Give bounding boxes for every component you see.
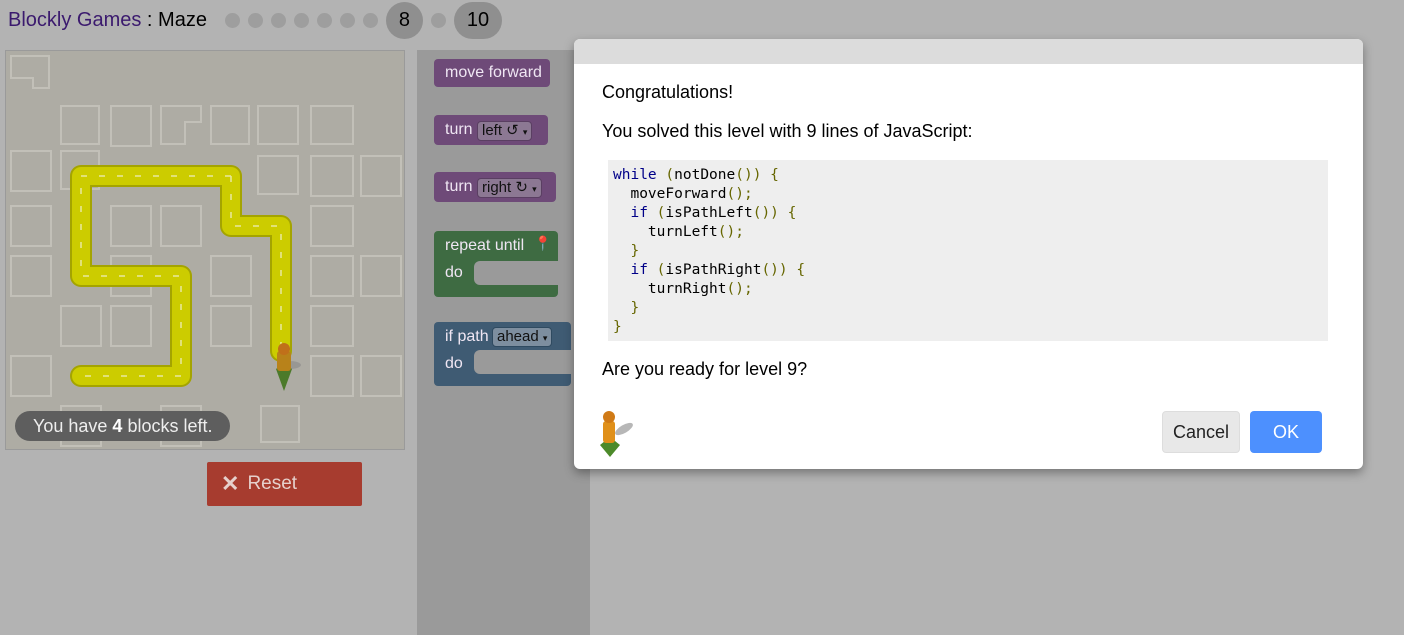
block-move-forward-label: move forward <box>445 64 542 81</box>
code-line: while (notDone()) { <box>613 167 779 183</box>
title-separator: : <box>141 8 159 31</box>
goal-marker-icon: 📍 <box>534 235 552 251</box>
block-repeat-label: repeat until <box>445 237 525 254</box>
block-repeat-until[interactable]: repeat until 📍 do <box>434 231 558 297</box>
code-line: turnRight(); <box>613 281 753 297</box>
code-line: if (isPathLeft()) { <box>630 205 797 221</box>
if-path-dropdown[interactable]: ahead ▾ <box>492 327 553 347</box>
pegman-avatar-icon <box>600 411 633 457</box>
toolbox-flyout: move forward turn left ↺ ▾ turn right ↻ … <box>417 50 590 635</box>
block-move-forward[interactable]: move forward <box>434 59 550 87</box>
block-turn-label: turn <box>445 121 473 138</box>
level-dot-7[interactable] <box>362 12 378 28</box>
reset-button[interactable]: ✕ Reset <box>207 462 362 506</box>
maze-svg <box>10 55 402 447</box>
header: Blockly Games : Maze 8 10 <box>8 0 510 40</box>
maze-canvas <box>5 50 405 450</box>
level-dot-6[interactable] <box>339 12 355 28</box>
code-line: } <box>613 319 622 335</box>
turn-left-dropdown[interactable]: left ↺ ▾ <box>477 121 533 141</box>
dialog-ready-text: Are you ready for level 9? <box>602 359 808 379</box>
turn-right-option: right ↻ <box>482 179 528 196</box>
congrats-dialog: Congratulations! You solved this level w… <box>574 39 1363 469</box>
block-if-path-label: if path <box>445 328 489 345</box>
level-dot-last[interactable]: 10 <box>453 1 502 39</box>
capacity-suffix: blocks left. <box>122 416 213 436</box>
level-dot-current[interactable]: 8 <box>385 1 423 39</box>
reset-label: Reset <box>247 473 298 494</box>
block-repeat-do-label: do <box>445 264 463 281</box>
level-dot-4[interactable] <box>293 12 309 28</box>
dialog-solved-text: You solved this level with 9 lines of Ja… <box>602 121 973 141</box>
turn-left-option: left ↺ <box>482 122 519 139</box>
dropdown-arrow-icon: ▾ <box>522 127 528 137</box>
maze-wall-tiles <box>10 55 402 447</box>
block-if-path[interactable]: if path ahead ▾ do <box>434 322 571 386</box>
level-dot-2[interactable] <box>247 12 263 28</box>
cancel-button[interactable]: Cancel <box>1162 411 1240 453</box>
code-line: } <box>630 243 640 259</box>
page-title: Blockly Games : Maze <box>8 9 207 32</box>
dialog-title-bar[interactable] <box>574 39 1363 64</box>
game-title: Maze <box>158 8 207 31</box>
ok-button[interactable]: OK <box>1250 411 1322 453</box>
capacity-count: 4 <box>112 416 123 436</box>
level-selector: 8 10 <box>224 1 510 39</box>
code-line: } <box>630 300 640 316</box>
if-do-slot <box>474 350 571 374</box>
code-line: if (isPathRight()) { <box>630 262 806 278</box>
level-dot-3[interactable] <box>270 12 286 28</box>
block-turn-left[interactable]: turn left ↺ ▾ <box>434 115 548 145</box>
pegman-icon <box>276 343 301 391</box>
code-line: moveForward(); <box>613 186 753 202</box>
app-title-link[interactable]: Blockly Games <box>8 9 141 31</box>
if-path-option: ahead <box>497 328 539 345</box>
close-icon: ✕ <box>221 471 240 496</box>
code-line: turnLeft(); <box>613 224 744 240</box>
block-turn-label: turn <box>445 178 473 195</box>
block-if-do-label: do <box>445 355 463 372</box>
dialog-congrats: Congratulations! <box>602 82 734 102</box>
dropdown-arrow-icon: ▾ <box>532 184 537 194</box>
repeat-do-slot <box>474 261 558 285</box>
level-dot-5[interactable] <box>316 12 332 28</box>
turn-right-dropdown[interactable]: right ↻ ▾ <box>477 178 542 198</box>
dropdown-arrow-icon: ▾ <box>542 333 548 343</box>
block-turn-right[interactable]: turn right ↻ ▾ <box>434 172 556 202</box>
level-dot-1[interactable] <box>224 12 240 28</box>
capacity-prefix: You have <box>33 416 113 436</box>
solution-code: while (notDone()) { moveForward(); if (i… <box>608 160 1328 341</box>
level-dot-9[interactable] <box>430 12 446 28</box>
capacity-bubble: You have 4 blocks left. <box>15 411 231 441</box>
